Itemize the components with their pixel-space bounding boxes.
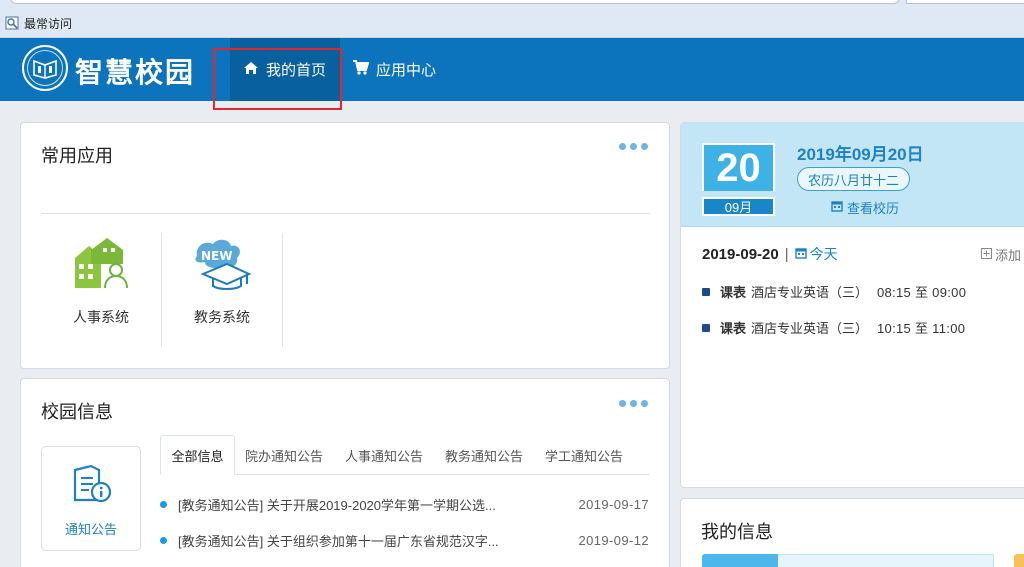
schedule-item-time: 08:15 至 09:00 [877,285,967,300]
info-tab[interactable] [778,554,994,567]
schedule-date: 2019-09-20 [702,245,779,263]
search-bar[interactable] [906,0,1024,4]
browser-toolbar: 最常访问 [0,0,1024,38]
calendar-full-date: 2019年09月20日 [797,145,924,164]
calendar-icon [831,200,843,215]
info-tab-alert[interactable] [1014,554,1024,567]
news-item-title[interactable]: [教务通知公告] 关于开展2019-2020学年第一学期公选... [178,495,569,514]
nav-app-center[interactable]: 应用中心 [352,38,436,101]
today-button[interactable]: 今天 [794,244,838,264]
campus-info-title: 校园信息 [41,402,113,422]
news-tabs: 全部信息 院办通知公告 人事通知公告 教务通知公告 学工通知公告 [160,435,649,475]
schedule-item-time: 10:15 至 11:00 [877,321,966,336]
schedule-item-name: 酒店专业英语（三） [751,285,869,300]
schedule-item-type: 课表 [720,285,747,300]
site-name: 智慧校园 [75,57,196,88]
notice-category-label: 通知公告 [64,522,117,537]
my-info-title: 我的信息 [701,522,773,542]
academic-system-icon: NEW [191,235,253,293]
bullet [160,500,167,508]
campus-info-card: 校园信息 通知公告 全部信息 院办通知公告 人事通知公告 教务通知公告 学工通知… [20,378,670,567]
highlight-box [213,48,342,110]
today-label: 今天 [809,246,838,262]
tab-all-info[interactable]: 全部信息 [160,435,235,475]
plus-square-icon [981,247,992,262]
tab-college-notice[interactable]: 院办通知公告 [238,435,330,475]
common-apps-title: 常用应用 [41,146,113,166]
bookmark-folder-icon [4,15,20,31]
top-navbar: 智慧校园 我的首页 应用中心 [0,38,1024,101]
address-bar[interactable] [10,0,900,4]
news-item[interactable]: [教务通知公告] 关于开展2019-2020学年第一学期公选... 2019-0… [160,494,649,514]
schedule-marker [702,323,710,332]
tab-personnel-notice[interactable]: 人事通知公告 [338,435,430,475]
notice-document-icon [69,464,113,509]
tab-academic-notice[interactable]: 教务通知公告 [438,435,530,475]
news-item-date: 2019-09-17 [578,496,649,512]
calendar-header: 20 09月 2019年09月20日 农历八月廿十二 查看校历 [681,123,1024,227]
bookmarks-bar: 最常访问 [0,12,72,34]
tab-student-affairs-notice[interactable]: 学工通知公告 [538,435,630,475]
schedule-marker [702,287,710,296]
divider [41,213,650,214]
more-options-icon[interactable] [619,143,648,150]
view-school-calendar-link[interactable]: 查看校历 [831,198,899,217]
info-tab-active[interactable] [702,554,778,567]
nav-app-center-label: 应用中心 [376,62,437,79]
calendar-day: 20 [702,143,775,191]
add-schedule-button[interactable]: 添加 [981,245,1021,264]
calendar-card: 20 09月 2019年09月20日 农历八月廿十二 查看校历 2019-09-… [680,122,1024,488]
bullet [160,536,167,544]
app-tile-academic[interactable]: NEW 教务系统 [162,233,283,347]
add-schedule-label: 添加 [995,248,1022,263]
school-logo[interactable] [22,45,68,91]
separator: | [784,245,789,263]
app-tile-personnel[interactable]: 人事系统 [41,233,162,347]
app-tile-academic-label: 教务系统 [194,309,250,325]
bookmark-most-visited[interactable]: 最常访问 [24,15,72,32]
news-item-date: 2019-09-12 [578,532,649,548]
app-tile-personnel-label: 人事系统 [73,309,129,325]
more-options-icon[interactable] [619,400,648,407]
schedule-item-type: 课表 [720,321,747,336]
notice-category[interactable]: 通知公告 [41,446,141,551]
common-apps-card: 常用应用 人事系统 NEW 教务系统 [20,122,670,369]
calendar-icon [794,246,807,262]
lunar-date-badge: 农历八月廿十二 [797,167,911,191]
personnel-system-icon [70,235,132,293]
news-item[interactable]: [教务通知公告] 关于组织参加第十一届广东省规范汉字... 2019-09-12 [160,530,649,550]
news-item-title[interactable]: [教务通知公告] 关于组织参加第十一届广东省规范汉字... [178,531,569,550]
view-school-calendar-label: 查看校历 [847,201,900,216]
schedule-item[interactable]: 课表 酒店专业英语（三） 10:15 至 11:00 [702,318,965,337]
calendar-month: 09月 [702,197,775,216]
cart-icon [352,60,376,79]
my-info-card: 我的信息 [680,498,1024,567]
schedule-item-name: 酒店专业英语（三） [751,321,869,336]
schedule-item[interactable]: 课表 酒店专业英语（三） 08:15 至 09:00 [702,282,966,301]
schedule-header: 2019-09-20 | 今天 [702,244,838,264]
svg-text:NEW: NEW [201,249,232,263]
